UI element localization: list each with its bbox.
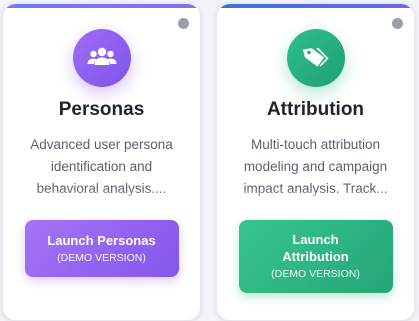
card-top-accent (3, 4, 200, 8)
button-sublabel: (DEMO VERSION) (57, 251, 146, 264)
card-title: Attribution (266, 99, 365, 120)
description-fade (13, 190, 190, 204)
launch-personas-button[interactable]: Launch Personas (DEMO VERSION) (24, 220, 179, 277)
status-indicator (178, 18, 189, 29)
users-icon (72, 29, 131, 87)
description-fade (227, 190, 404, 204)
card-title: Personas (58, 99, 145, 120)
button-sublabel: (DEMO VERSION) (271, 268, 360, 280)
button-label: Launch Personas (47, 232, 156, 248)
tags-icon (286, 29, 345, 87)
status-indicator (392, 18, 403, 29)
personas-card: Personas Advanced user persona identific… (2, 3, 201, 321)
attribution-card: Attribution Multi-touch attribution mode… (216, 3, 415, 321)
button-label: Launch Attribution (282, 232, 349, 264)
card-top-accent (217, 4, 414, 8)
launch-attribution-button[interactable]: Launch Attribution (DEMO VERSION) (238, 220, 393, 293)
